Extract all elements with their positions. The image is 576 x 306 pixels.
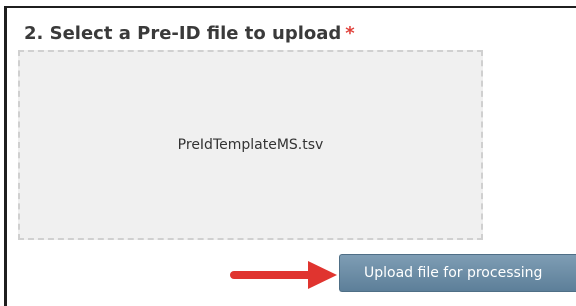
required-marker: * [345,23,355,44]
section-heading: 2. Select a Pre-ID file to upload * [24,23,355,44]
upload-file-button[interactable]: Upload file for processing [339,254,576,292]
red-arrow-icon [230,261,337,289]
selected-file-name: PreIdTemplateMS.tsv [177,137,324,153]
section-heading-text: 2. Select a Pre-ID file to upload [24,23,342,44]
file-dropzone[interactable]: PreIdTemplateMS.tsv [18,50,483,240]
